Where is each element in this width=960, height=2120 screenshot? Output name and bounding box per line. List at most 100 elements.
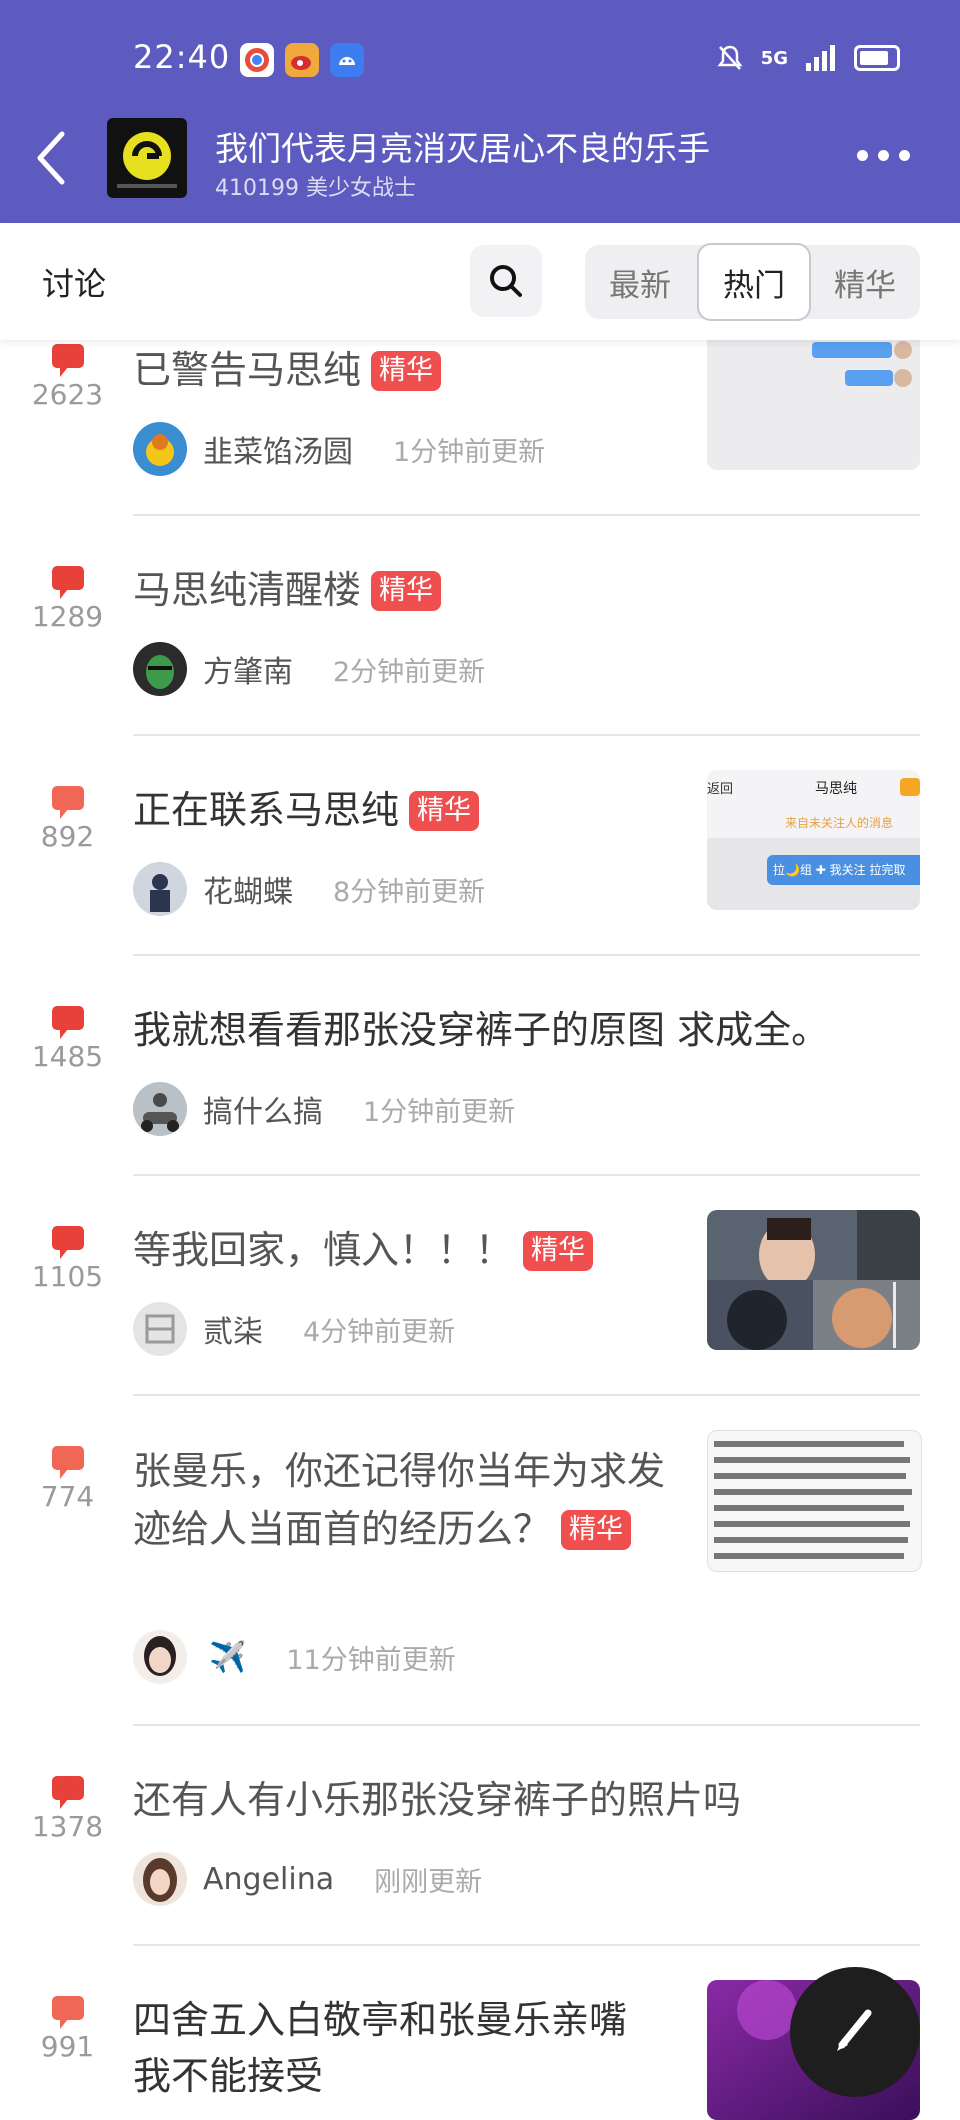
network-label: 5G <box>760 47 788 69</box>
chrome-app-icon <box>240 43 274 77</box>
author-name: 韭菜馅汤圆 <box>203 435 353 470</box>
android-app-icon <box>330 43 364 77</box>
thumb-chat-name: 马思纯 <box>815 781 857 797</box>
divider <box>133 1394 920 1396</box>
featured-badge: 精华 <box>523 1231 594 1271</box>
update-time: 1分钟前更新 <box>393 436 546 468</box>
author-name: 贰柒 <box>203 1315 263 1350</box>
post-title-text: 已警告马思纯 <box>133 348 362 392</box>
update-time: 2分钟前更新 <box>333 656 486 688</box>
status-time: 22:40 <box>133 38 231 76</box>
post-title: 我就想看看那张没穿裤子的原图 求成全。 <box>133 1008 830 1052</box>
divider <box>133 1724 920 1726</box>
group-title: 我们代表月亮消灭居心不良的乐手 <box>215 129 710 168</box>
divider <box>133 1174 920 1176</box>
section-title: 讨论 <box>42 265 107 303</box>
app-header: 22:40 5G 我们代表月亮消灭居心不良的乐手 410199 美少女战士 <box>0 0 960 223</box>
featured-badge: 精华 <box>371 351 442 391</box>
author-name: Angelina <box>203 1861 335 1897</box>
comment-icon <box>51 1776 84 1809</box>
post-title: 正在联系马思纯 精华 <box>133 782 480 838</box>
post-title: 马思纯清醒楼 精华 <box>133 562 442 618</box>
comment-icon <box>51 786 84 819</box>
thumb-add-icon <box>900 778 920 796</box>
sort-option-hot[interactable]: 热门 <box>697 243 811 321</box>
sort-segmented-control: 最新 热门 精华 <box>585 243 920 321</box>
group-subtitle: 410199 美少女战士 <box>215 176 416 201</box>
compose-button[interactable] <box>790 1967 920 2097</box>
divider <box>133 734 920 736</box>
post-title-text: 马思纯清醒楼 <box>133 568 362 612</box>
signal-icon <box>806 45 835 71</box>
update-time: 1分钟前更新 <box>363 1096 516 1128</box>
author-name: 花蝴蝶 <box>203 875 293 910</box>
featured-badge: 精华 <box>561 1510 632 1550</box>
post-title-text: 正在联系马思纯 <box>133 788 400 832</box>
thumb-action-bar: 拉🌙组 ✚ 我关注 拉完取 <box>767 855 920 885</box>
sort-option-latest[interactable]: 最新 <box>585 245 695 319</box>
author-name: 搞什么搞 <box>203 1095 323 1130</box>
post-title: 四舍五入白敬亭和张曼乐亲嘴 我不能接受 <box>133 1998 628 2098</box>
reply-count: 1485 <box>31 1040 104 1073</box>
reply-count: 991 <box>40 2030 95 2063</box>
comment-icon <box>51 1006 84 1039</box>
author-name: 方肇南 <box>203 655 293 690</box>
comment-icon <box>51 566 84 599</box>
comment-icon <box>51 344 84 377</box>
mute-bell-icon <box>717 45 743 70</box>
author-name: ✈️ <box>209 1639 247 1675</box>
avatar[interactable] <box>133 1302 187 1356</box>
avatar[interactable] <box>133 1852 187 1906</box>
thumb-back-label: 返回 <box>707 782 734 797</box>
update-time: 8分钟前更新 <box>333 876 486 908</box>
featured-badge: 精华 <box>409 791 480 831</box>
post-item[interactable]: 1105 等我回家，慎入！！！ 精华 贰柒 4分钟前更新 <box>0 1210 960 1410</box>
avatar[interactable] <box>133 1630 187 1684</box>
status-icons: 5G <box>717 44 900 72</box>
divider <box>133 514 920 516</box>
divider <box>133 954 920 956</box>
post-item[interactable]: 1378 还有人有小乐那张没穿裤子的照片吗 Angelina 刚刚更新 <box>0 1760 960 1960</box>
post-title: 还有人有小乐那张没穿裤子的照片吗 <box>133 1778 742 1822</box>
group-avatar[interactable] <box>107 118 187 198</box>
avatar[interactable] <box>133 642 187 696</box>
avatar[interactable] <box>133 1082 187 1136</box>
update-time: 4分钟前更新 <box>303 1316 456 1348</box>
pen-icon <box>837 2009 872 2051</box>
comment-icon <box>51 1996 84 2029</box>
divider <box>133 1944 920 1946</box>
comment-icon <box>51 1226 84 1259</box>
reply-count: 1289 <box>31 600 104 633</box>
post-item[interactable]: 774 张曼乐，你还记得你当年为求发迹给人当面首的经历么？ 精华 ✈️ 11分钟前… <box>0 1430 960 1740</box>
post-title: 等我回家，慎入！！！ 精华 <box>133 1222 594 1278</box>
reply-count: 892 <box>40 820 95 853</box>
update-time: 11分钟前更新 <box>286 1644 456 1676</box>
battery-icon <box>854 45 900 71</box>
post-title: 张曼乐，你还记得你当年为求发迹给人当面首的经历么？ 精华 <box>133 1442 673 1558</box>
avatar[interactable] <box>133 862 187 916</box>
reply-count: 2623 <box>31 378 104 411</box>
post-thumbnail[interactable] <box>707 1210 920 1350</box>
post-item[interactable]: 2623 已警告马思纯 精华 韭菜馅汤圆 1分钟前更新 <box>0 330 960 550</box>
more-options-icon[interactable] <box>857 150 910 161</box>
discussion-toolbar: 讨论 最新 热门 精华 <box>0 223 960 340</box>
back-arrow-icon[interactable] <box>30 128 78 188</box>
search-button[interactable] <box>470 245 542 317</box>
sort-option-featured[interactable]: 精华 <box>810 245 920 319</box>
reply-count: 1105 <box>31 1260 104 1293</box>
thumb-hint: 来自未关注人的消息 <box>785 816 894 830</box>
featured-badge: 精华 <box>371 571 442 611</box>
weibo-app-icon <box>285 43 319 77</box>
update-time: 刚刚更新 <box>374 1866 483 1898</box>
avatar[interactable] <box>133 422 187 476</box>
comment-icon <box>51 1446 84 1479</box>
post-thumbnail[interactable]: 返回 马思纯 来自未关注人的消息 拉🌙组 ✚ 我关注 拉完取 <box>707 770 920 910</box>
reply-count: 1378 <box>31 1810 104 1843</box>
post-item[interactable]: 892 正在联系马思纯 精华 花蝴蝶 8分钟前更新 返回 马思纯 来自未关注人的消… <box>0 770 960 970</box>
search-icon <box>490 265 522 297</box>
post-thumbnail[interactable] <box>707 1430 922 1572</box>
post-item[interactable]: 1289 马思纯清醒楼 精华 方肇南 2分钟前更新 <box>0 550 960 750</box>
post-thumbnail[interactable] <box>707 330 920 470</box>
post-title: 已警告马思纯 精华 <box>133 342 442 398</box>
post-item[interactable]: 1485 我就想看看那张没穿裤子的原图 求成全。 搞什么搞 1分钟前更新 <box>0 990 960 1190</box>
